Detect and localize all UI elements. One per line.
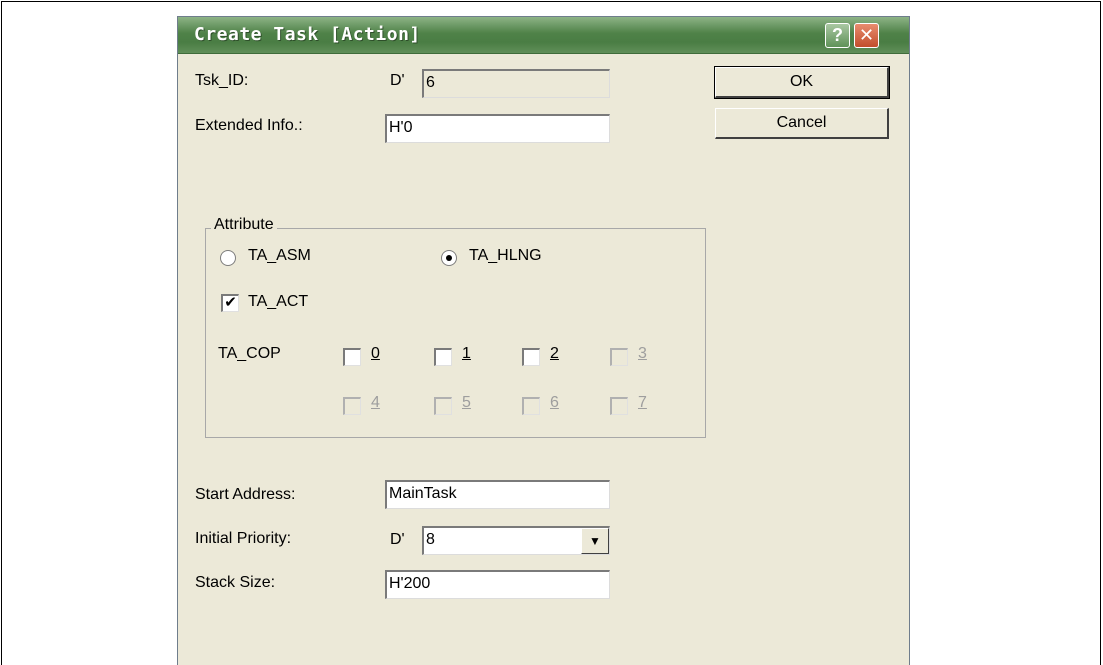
cop-5-checkbox bbox=[434, 397, 452, 415]
cop-3-checkbox bbox=[610, 348, 628, 366]
chevron-down-icon: ▼ bbox=[589, 534, 601, 548]
cop-2-checkbox[interactable] bbox=[522, 348, 540, 366]
cop-0-checkbox[interactable] bbox=[343, 348, 361, 366]
tsk-id-prefix: D' bbox=[390, 72, 405, 89]
cop-7-checkbox bbox=[610, 397, 628, 415]
cop-0-label: 0 bbox=[371, 345, 380, 362]
cop-3-label: 3 bbox=[638, 345, 647, 362]
ta-act-checkbox[interactable]: ✔ bbox=[221, 294, 239, 312]
cop-6-checkbox bbox=[522, 397, 540, 415]
cancel-button[interactable]: Cancel bbox=[715, 108, 889, 139]
ta-act-label: TA_ACT bbox=[248, 293, 309, 310]
ta-hlng-radio[interactable] bbox=[441, 250, 457, 266]
dialog-title: Create Task [Action] bbox=[194, 24, 421, 45]
tsk-id-field: 6 bbox=[422, 69, 610, 98]
extended-info-label: Extended Info.: bbox=[195, 117, 303, 134]
tsk-id-label: Tsk_ID: bbox=[195, 72, 249, 89]
cop-7-label: 7 bbox=[638, 394, 647, 411]
dropdown-arrow-button[interactable]: ▼ bbox=[581, 528, 609, 554]
start-address-field[interactable]: MainTask bbox=[385, 480, 610, 509]
cop-4-label: 4 bbox=[371, 394, 380, 411]
cop-2-label: 2 bbox=[550, 345, 559, 362]
stack-size-label: Stack Size: bbox=[195, 574, 276, 591]
initial-priority-value: 8 bbox=[426, 531, 435, 548]
ta-hlng-label: TA_HLNG bbox=[469, 247, 542, 264]
ta-asm-label: TA_ASM bbox=[248, 247, 311, 264]
initial-priority-label: Initial Priority: bbox=[195, 530, 292, 547]
cop-1-label: 1 bbox=[462, 345, 471, 362]
create-task-dialog: Create Task [Action] ? ✕ Tsk_ID: D' 6 Ex… bbox=[177, 16, 910, 665]
title-bar[interactable]: Create Task [Action] ? ✕ bbox=[178, 17, 909, 54]
ta-asm-radio[interactable] bbox=[220, 250, 236, 266]
cop-1-checkbox[interactable] bbox=[434, 348, 452, 366]
stack-size-field[interactable]: H'200 bbox=[385, 570, 610, 599]
cop-4-checkbox bbox=[343, 397, 361, 415]
start-address-label: Start Address: bbox=[195, 486, 296, 503]
cop-6-label: 6 bbox=[550, 394, 559, 411]
radio-selected-dot bbox=[446, 255, 452, 261]
attribute-group-title: Attribute bbox=[211, 216, 277, 234]
help-button[interactable]: ? bbox=[825, 23, 850, 48]
ok-button[interactable]: OK bbox=[714, 66, 890, 99]
checkmark-icon: ✔ bbox=[224, 294, 237, 311]
extended-info-field[interactable]: H'0 bbox=[385, 114, 610, 143]
initial-priority-prefix: D' bbox=[390, 531, 405, 548]
help-icon: ? bbox=[832, 25, 843, 45]
initial-priority-select[interactable]: 8 ▼ bbox=[422, 526, 610, 555]
ta-cop-label: TA_COP bbox=[218, 345, 281, 362]
close-button[interactable]: ✕ bbox=[854, 23, 879, 48]
cop-5-label: 5 bbox=[462, 394, 471, 411]
close-icon: ✕ bbox=[858, 25, 875, 45]
